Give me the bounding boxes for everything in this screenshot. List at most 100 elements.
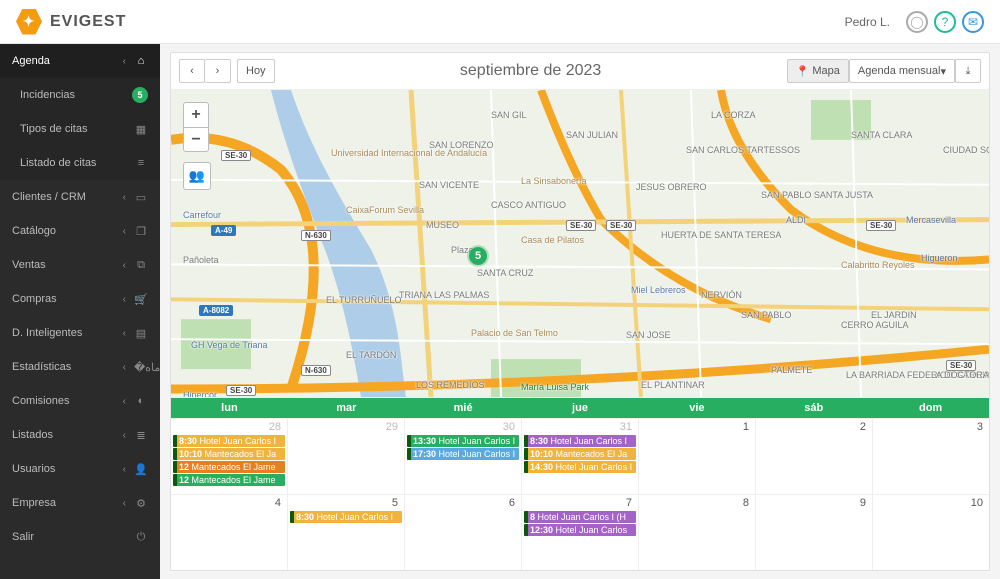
calendar-toolbar: ‹ › Hoy septiembre de 2023 📍Mapa Agenda … bbox=[171, 53, 989, 90]
sidebar-item-dinteligentes[interactable]: D. Inteligentes‹▤ bbox=[0, 316, 160, 350]
calendar-cell[interactable]: 318:30 Hotel Juan Carlos I10:10 Mantecad… bbox=[522, 419, 639, 494]
calendar-event[interactable]: 10:10 Mantecados El Ja bbox=[524, 448, 636, 460]
calendar-cell[interactable]: 288:30 Hotel Juan Carlos I10:10 Mantecad… bbox=[171, 419, 288, 494]
sidebar-item-comisiones[interactable]: Comisiones‹◐ bbox=[0, 384, 160, 418]
calendar-cell[interactable]: 3 bbox=[873, 419, 989, 494]
sidebar-item-usuarios[interactable]: Usuarios‹👤 bbox=[0, 452, 160, 486]
map-label: EL JARDIN bbox=[871, 310, 917, 320]
sidebar-sub-tipos[interactable]: Tipos de citas ▦ bbox=[0, 112, 160, 146]
sidebar-item-estadisticas[interactable]: Estadísticas‹�ماه bbox=[0, 350, 160, 384]
zoom-control: + − bbox=[183, 102, 209, 152]
day-number: 1 bbox=[743, 421, 749, 433]
help-icon[interactable]: ? bbox=[934, 11, 956, 33]
sidebar-item-agenda[interactable]: Agenda ‹ ⌂ bbox=[0, 44, 160, 78]
day-number: 9 bbox=[860, 497, 866, 509]
calendar-cell[interactable]: 3013:30 Hotel Juan Carlos I17:30 Hotel J… bbox=[405, 419, 522, 494]
calendar-event[interactable]: 12:30 Hotel Juan Carlos bbox=[524, 524, 636, 536]
calendar-event[interactable]: 14:30 Hotel Juan Carlos I bbox=[524, 461, 636, 473]
map-label: Mercasevilla bbox=[906, 215, 956, 225]
sidebar-sub-listado[interactable]: Listado de citas ≡ bbox=[0, 146, 160, 180]
gear-icon: ⚙ bbox=[134, 497, 148, 510]
calendar-header: lunmarmiéjueviesábdom bbox=[171, 398, 989, 418]
map[interactable]: SAN GILSAN LORENZOSAN JULIANLA CORZAUniv… bbox=[171, 90, 989, 398]
current-user[interactable]: Pedro L. bbox=[845, 15, 890, 29]
map-label: JESUS OBRERO bbox=[636, 182, 707, 192]
day-number: 5 bbox=[392, 497, 398, 509]
prev-button[interactable]: ‹ bbox=[179, 59, 205, 83]
road-badge: A-49 bbox=[211, 225, 236, 236]
sidebar-item-compras[interactable]: Compras‹🛒 bbox=[0, 282, 160, 316]
today-button[interactable]: Hoy bbox=[237, 59, 275, 83]
agenda-panel: ‹ › Hoy septiembre de 2023 📍Mapa Agenda … bbox=[170, 52, 990, 571]
calendar-event[interactable]: 12 Mantecados El Jame bbox=[173, 461, 285, 473]
avatar-icon[interactable]: ◯ bbox=[906, 11, 928, 33]
sidebar-item-ventas[interactable]: Ventas‹⧉ bbox=[0, 248, 160, 282]
calendar-event[interactable]: 8:30 Hotel Juan Carlos I bbox=[524, 435, 636, 447]
map-label: SAN JULIAN bbox=[566, 130, 618, 140]
day-header: vie bbox=[638, 398, 755, 418]
calendar-cell[interactable]: 6 bbox=[405, 495, 522, 570]
map-toggle-button[interactable]: 📍Mapa bbox=[787, 59, 849, 83]
calendar-cell[interactable]: 9 bbox=[756, 495, 873, 570]
calendar-cell[interactable]: 5 8:30 Hotel Juan Carlos I bbox=[288, 495, 405, 570]
list-icon: ≣ bbox=[134, 429, 148, 442]
calendar-cell[interactable]: 8 bbox=[639, 495, 756, 570]
calendar-cell[interactable]: 10 bbox=[873, 495, 989, 570]
map-label: La Sinsabonería bbox=[521, 176, 587, 186]
more-views-button[interactable]: ⤓ bbox=[955, 59, 981, 83]
cluster-button[interactable]: 👥 bbox=[183, 162, 211, 190]
map-label: Universidad Internacional de Andalucía bbox=[331, 148, 487, 158]
zoom-in-button[interactable]: + bbox=[184, 103, 208, 127]
sidebar: Agenda ‹ ⌂ Incidencias 5 Tipos de citas … bbox=[0, 44, 160, 579]
next-button[interactable]: › bbox=[205, 59, 231, 83]
calendar-event[interactable]: 10:10 Mantecados El Ja bbox=[173, 448, 285, 460]
map-label: SAN CARLOS TARTESSOS bbox=[686, 145, 800, 155]
sidebar-item-empresa[interactable]: Empresa‹⚙ bbox=[0, 486, 160, 520]
calendar-cell[interactable]: 2 bbox=[756, 419, 873, 494]
map-label: CASCO ANTIGUO bbox=[491, 200, 566, 210]
map-label: MUSEO bbox=[426, 220, 459, 230]
map-label: EL TARDÓN bbox=[346, 350, 396, 360]
view-select[interactable]: Agenda mensual ▾ bbox=[849, 59, 955, 83]
id-icon: ▭ bbox=[134, 191, 148, 204]
map-label: Miel Lebreros bbox=[631, 285, 686, 295]
calendar-event[interactable]: 17:30 Hotel Juan Carlos I bbox=[407, 448, 519, 460]
calendar-event[interactable]: 8:30 Hotel Juan Carlos I bbox=[290, 511, 402, 523]
cluster-pin[interactable]: 5 bbox=[467, 245, 489, 267]
map-label: SAN PABLO SANTA JUSTA bbox=[761, 190, 873, 200]
chevron-left-icon: ‹ bbox=[123, 362, 126, 373]
calendar-cell[interactable]: 29 bbox=[288, 419, 405, 494]
calendar-row: 4 5 8:30 Hotel Juan Carlos I 6 78 Hotel Juan… bbox=[171, 494, 989, 570]
zoom-out-button[interactable]: − bbox=[184, 127, 208, 151]
day-header: mié bbox=[405, 398, 522, 418]
calendar-event[interactable]: 8:30 Hotel Juan Carlos I bbox=[173, 435, 285, 447]
chevron-left-icon: ‹ bbox=[123, 328, 126, 339]
map-label: LA DOCTORA bbox=[931, 370, 989, 380]
sidebar-item-salir[interactable]: Salir⏻ bbox=[0, 520, 160, 554]
map-label: María Luisa Park bbox=[521, 382, 589, 392]
chat-icon[interactable]: ✉ bbox=[962, 11, 984, 33]
brand-logo[interactable]: ✦ EVIGEST bbox=[16, 9, 126, 35]
map-label: EL PLANTINAR bbox=[641, 380, 705, 390]
map-label: SANTA CRUZ bbox=[477, 268, 533, 278]
sidebar-item-listados[interactable]: Listados‹≣ bbox=[0, 418, 160, 452]
road-badge: SE-30 bbox=[606, 220, 636, 231]
map-label: SANTA CLARA bbox=[851, 130, 912, 140]
calendar-cell[interactable]: 78 Hotel Juan Carlos I (H12:30 Hotel Jua… bbox=[522, 495, 639, 570]
calendar-event[interactable]: 13:30 Hotel Juan Carlos I bbox=[407, 435, 519, 447]
chevron-left-icon: ‹ bbox=[123, 192, 126, 203]
calendar-event[interactable]: 8 Hotel Juan Carlos I (H bbox=[524, 511, 636, 523]
road-badge: N-630 bbox=[301, 365, 331, 376]
map-label: TRIANA LAS PALMAS bbox=[399, 290, 489, 300]
map-label: Casa de Pilatos bbox=[521, 235, 584, 245]
calendar-cell[interactable]: 1 bbox=[639, 419, 756, 494]
sidebar-item-catalogo[interactable]: Catálogo‹❐ bbox=[0, 214, 160, 248]
sidebar-sub-incidencias[interactable]: Incidencias 5 bbox=[0, 78, 160, 112]
map-label: Pañoleta bbox=[183, 255, 219, 265]
day-number: 6 bbox=[509, 497, 515, 509]
power-icon: ⏻ bbox=[134, 531, 148, 544]
sidebar-item-clientes[interactable]: Clientes / CRM‹▭ bbox=[0, 180, 160, 214]
calendar-event[interactable]: 12 Mantecados El Jame bbox=[173, 474, 285, 486]
calendar-cell[interactable]: 4 bbox=[171, 495, 288, 570]
grid-icon: ▦ bbox=[134, 123, 148, 136]
